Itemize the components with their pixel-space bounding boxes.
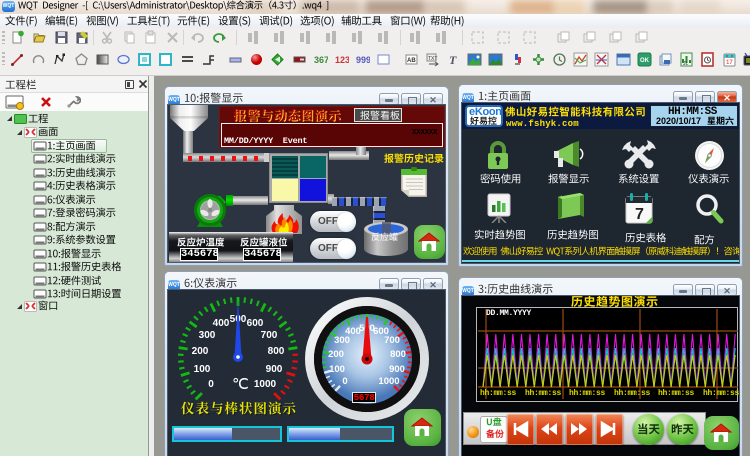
svg-text:0: 0 bbox=[342, 376, 347, 387]
svg-text:600: 600 bbox=[247, 318, 264, 329]
svg-text:900: 900 bbox=[266, 364, 283, 375]
svg-text:999: 999 bbox=[356, 55, 370, 65]
svg-text:1000: 1000 bbox=[378, 376, 399, 387]
svg-text:700: 700 bbox=[261, 330, 278, 341]
svg-text:800: 800 bbox=[390, 349, 406, 360]
svg-text:100: 100 bbox=[329, 364, 345, 375]
svg-text:0: 0 bbox=[208, 379, 214, 390]
svg-text:300: 300 bbox=[199, 330, 216, 341]
svg-text:1000: 1000 bbox=[254, 379, 277, 390]
svg-text:TXT: TXT bbox=[428, 56, 437, 62]
svg-text:200: 200 bbox=[328, 349, 344, 360]
svg-text:900: 900 bbox=[389, 364, 405, 375]
svg-text:367: 367 bbox=[314, 55, 328, 65]
svg-text:OK: OK bbox=[640, 58, 650, 64]
svg-text:800: 800 bbox=[268, 346, 285, 357]
svg-text:123: 123 bbox=[335, 55, 349, 65]
svg-text:100: 100 bbox=[194, 364, 211, 375]
svg-text:T: T bbox=[449, 53, 457, 67]
svg-text:JL: JL bbox=[683, 61, 689, 67]
svg-text:700: 700 bbox=[384, 335, 400, 346]
svg-text:AB: AB bbox=[407, 58, 416, 64]
svg-text:400: 400 bbox=[213, 318, 230, 329]
svg-text:200: 200 bbox=[192, 346, 209, 357]
svg-text:7: 7 bbox=[635, 206, 644, 223]
svg-text:17: 17 bbox=[726, 60, 733, 66]
